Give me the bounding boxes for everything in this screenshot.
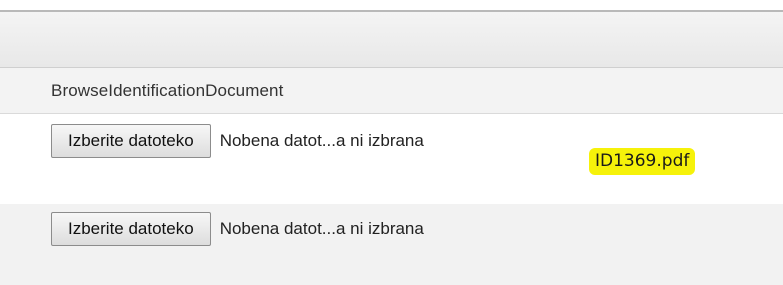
grid-toolbar (0, 10, 783, 68)
file-status-text: Nobena datot...a ni izbrana (219, 219, 424, 238)
file-input[interactable]: Izberite datoteko Nobena datot...a ni iz… (51, 212, 424, 246)
table-row: Izberite datoteko Nobena datot...a ni iz… (0, 204, 783, 285)
column-header: BrowseIdentificationDocument (0, 68, 783, 114)
highlighted-filename-annotation: ID1369.pdf (591, 150, 694, 173)
choose-file-button[interactable]: Izberite datoteko (51, 212, 211, 246)
file-status-text: Nobena datot...a ni izbrana (219, 131, 424, 150)
top-spacer (0, 0, 783, 10)
choose-file-button[interactable]: Izberite datoteko (51, 124, 211, 158)
file-input[interactable]: Izberite datoteko Nobena datot...a ni iz… (51, 124, 424, 158)
column-header-label: BrowseIdentificationDocument (51, 81, 284, 100)
table-row: Izberite datoteko Nobena datot...a ni iz… (0, 114, 783, 204)
grid-panel: BrowseIdentificationDocument Izberite da… (0, 0, 783, 285)
